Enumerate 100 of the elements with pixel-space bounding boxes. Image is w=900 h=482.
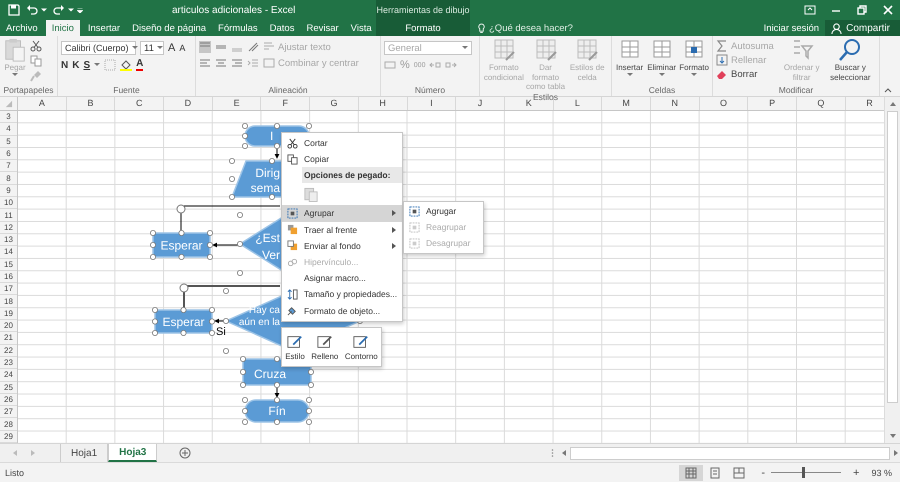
row-header[interactable]: 14 xyxy=(0,246,17,259)
tell-me-link[interactable]: ¿Qué desea hacer? xyxy=(470,20,573,36)
ribbon-tab[interactable]: Fórmulas xyxy=(212,20,264,36)
indent-icon[interactable] xyxy=(247,57,259,69)
ribbon-tab[interactable]: Archivo xyxy=(0,20,44,36)
mini-toolbar-button[interactable]: Relleno xyxy=(311,334,338,360)
zoom-slider[interactable] xyxy=(802,467,806,478)
scroll-up-icon[interactable] xyxy=(888,100,896,108)
caret-icon[interactable] xyxy=(68,8,74,12)
ribbon-tab[interactable]: Diseño de página xyxy=(126,20,212,36)
column-header[interactable]: Q xyxy=(797,97,846,110)
row-header[interactable]: 7 xyxy=(0,160,17,172)
column-header[interactable]: A xyxy=(18,97,67,110)
zoom-out-button[interactable]: - xyxy=(757,466,770,478)
customize-icon[interactable] xyxy=(77,8,83,12)
column-header[interactable]: M xyxy=(602,97,651,110)
normal-view-icon[interactable] xyxy=(679,464,704,480)
row-header[interactable]: 20 xyxy=(0,320,17,332)
menu-item[interactable]: Formato de objeto... xyxy=(282,302,402,319)
menu-item[interactable]: Cortar xyxy=(282,135,402,152)
row-header[interactable]: 19 xyxy=(0,308,17,320)
orientation-icon[interactable] xyxy=(247,41,259,53)
row-header[interactable]: 26 xyxy=(0,394,17,406)
menu-item[interactable]: Enviar al fondo xyxy=(282,238,402,254)
restore-icon[interactable] xyxy=(856,5,868,15)
clear-button[interactable]: Borrar xyxy=(716,68,758,80)
row-header[interactable]: 16 xyxy=(0,270,17,284)
row-header[interactable]: 22 xyxy=(0,344,17,357)
row-header[interactable]: 12 xyxy=(0,222,17,234)
align-top-icon[interactable] xyxy=(199,41,211,53)
align-right-icon[interactable] xyxy=(231,57,243,69)
ribbon-tab[interactable]: Inicio xyxy=(46,20,80,36)
column-header[interactable]: I xyxy=(408,97,456,110)
find-select-button[interactable]: Buscar y seleccionar xyxy=(824,38,876,82)
splitter-icon[interactable] xyxy=(551,448,554,458)
collapse-ribbon-icon[interactable] xyxy=(884,88,892,93)
menu-item[interactable]: Traer al frente xyxy=(282,222,402,238)
sign-in-link[interactable]: Iniciar sesión xyxy=(764,20,826,36)
row-header[interactable]: 18 xyxy=(0,295,17,308)
row-header[interactable]: 17 xyxy=(0,283,17,296)
column-header[interactable]: H xyxy=(358,97,408,110)
copy-icon[interactable] xyxy=(30,55,42,67)
close-icon[interactable] xyxy=(882,5,894,15)
column-header[interactable]: G xyxy=(310,97,359,110)
menu-item[interactable]: Tamaño y propiedades... xyxy=(282,286,402,302)
row-header[interactable]: 23 xyxy=(0,356,17,370)
currency-icon[interactable] xyxy=(384,59,396,71)
redo-icon[interactable] xyxy=(53,4,65,16)
undo-icon[interactable] xyxy=(26,4,38,16)
ribbon-tab[interactable]: Datos xyxy=(264,20,300,36)
zoom-level[interactable]: 93 % xyxy=(863,468,900,478)
menu-item[interactable]: Agrugar xyxy=(404,203,483,220)
zoom-in-button[interactable]: + xyxy=(849,466,864,478)
row-header[interactable]: 5 xyxy=(0,136,17,148)
scroll-down-icon[interactable] xyxy=(888,432,896,440)
column-header[interactable]: F xyxy=(261,97,310,110)
row-header[interactable]: 28 xyxy=(0,418,17,431)
menu-item[interactable]: Agrupar xyxy=(282,205,402,222)
font-color-button[interactable]: A xyxy=(136,59,144,71)
ribbon-display-icon[interactable] xyxy=(804,5,816,15)
font-size-field[interactable]: 11 xyxy=(140,41,164,55)
column-header[interactable]: N xyxy=(650,97,700,110)
mini-toolbar-button[interactable]: Estilo xyxy=(285,334,305,360)
row-header[interactable]: 10 xyxy=(0,197,17,210)
bold-button[interactable]: N xyxy=(61,60,68,70)
cells-button[interactable]: Formato xyxy=(679,38,709,76)
column-header[interactable]: C xyxy=(115,97,164,110)
align-center-icon[interactable] xyxy=(215,57,227,69)
row-header[interactable]: 9 xyxy=(0,184,17,198)
horizontal-scrollbar[interactable] xyxy=(560,446,900,460)
row-header[interactable]: 24 xyxy=(0,369,17,382)
save-icon[interactable] xyxy=(8,4,20,16)
row-header[interactable]: 27 xyxy=(0,406,17,418)
row-header[interactable]: 11 xyxy=(0,209,17,222)
share-button[interactable]: Compartir xyxy=(825,20,900,36)
row-header[interactable]: 25 xyxy=(0,382,17,394)
scroll-right-icon[interactable] xyxy=(892,449,900,457)
column-header[interactable]: P xyxy=(748,97,797,110)
row-header[interactable]: 15 xyxy=(0,258,17,271)
caret-icon[interactable] xyxy=(41,8,47,12)
column-header[interactable]: O xyxy=(700,97,748,110)
ribbon-tab[interactable]: Revisar xyxy=(300,20,345,36)
row-header[interactable]: 6 xyxy=(0,148,17,160)
cells-button[interactable]: Eliminar xyxy=(647,38,676,76)
grow-font-button[interactable]: A xyxy=(168,42,176,54)
italic-button[interactable]: K xyxy=(72,60,80,70)
menu-item[interactable]: Copiar xyxy=(282,151,402,168)
row-header[interactable]: 4 xyxy=(0,123,17,136)
row-header[interactable]: 21 xyxy=(0,332,17,345)
row-header[interactable]: 3 xyxy=(0,111,17,124)
menu-item[interactable]: Asignar macro... xyxy=(282,270,402,286)
row-header[interactable]: 8 xyxy=(0,172,17,185)
ribbon-tab[interactable]: Insertar xyxy=(82,20,126,36)
font-name-field[interactable]: Calibri (Cuerpo) xyxy=(61,41,136,55)
sheet-tab[interactable]: Hoja3 xyxy=(108,444,158,462)
column-header[interactable]: B xyxy=(66,97,116,110)
align-left-icon[interactable] xyxy=(199,57,211,69)
ribbon-tab[interactable]: Vista xyxy=(344,20,378,36)
column-header[interactable]: D xyxy=(164,97,213,110)
scroll-left-icon[interactable] xyxy=(560,449,568,457)
